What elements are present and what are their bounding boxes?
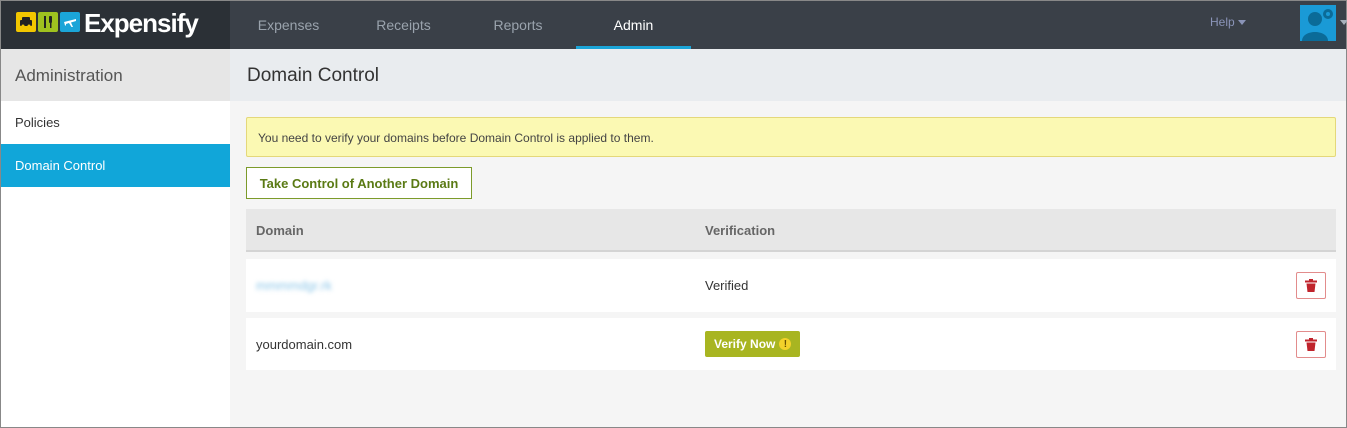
brand-name: Expensify — [84, 8, 199, 38]
top-navigation-bar: Expensify Expenses Receipts Reports Admi… — [1, 1, 1347, 49]
trash-icon — [1305, 279, 1317, 292]
column-header-domain[interactable]: Domain — [256, 223, 304, 238]
column-header-verification[interactable]: Verification — [705, 223, 775, 238]
nav-receipts[interactable]: Receipts — [347, 1, 460, 49]
take-control-button[interactable]: Take Control of Another Domain — [246, 167, 472, 199]
delete-domain-button[interactable] — [1296, 331, 1326, 358]
user-gear-icon — [1302, 9, 1333, 41]
brand-logo[interactable]: Expensify — [1, 1, 230, 49]
nav-reports[interactable]: Reports — [460, 1, 576, 49]
domain-link[interactable]: mmmmdgr.rk — [256, 278, 332, 293]
sidebar-item-domain-control[interactable]: Domain Control — [1, 144, 230, 187]
verify-now-button[interactable]: Verify Now ! — [705, 331, 801, 357]
account-chevron-icon[interactable] — [1340, 20, 1347, 25]
nav-admin[interactable]: Admin — [576, 1, 691, 49]
sidebar-item-policies[interactable]: Policies — [1, 101, 230, 144]
sidebar-title: Administration — [1, 49, 230, 101]
table-header: Domain Verification — [246, 209, 1336, 252]
page-title: Domain Control — [247, 65, 379, 86]
table-row: yourdomain.com Verify Now ! — [246, 318, 1336, 370]
brand-icons — [16, 12, 80, 32]
verification-notice: You need to verify your domains before D… — [246, 117, 1336, 157]
fork-knife-icon — [38, 12, 58, 32]
main-nav: Expenses Receipts Reports Admin — [230, 1, 691, 49]
help-menu[interactable]: Help — [1210, 15, 1246, 29]
account-avatar[interactable] — [1300, 5, 1336, 41]
sidebar: Administration Policies Domain Control — [1, 49, 230, 427]
warning-icon: ! — [779, 338, 792, 350]
page-header: Domain Control — [230, 49, 1346, 101]
verification-status: Verified — [705, 278, 749, 293]
chevron-down-icon — [1237, 20, 1246, 26]
domains-table: Domain Verification mmmmdgr.rk Verified … — [246, 209, 1336, 370]
delete-domain-button[interactable] — [1296, 272, 1326, 299]
table-row: mmmmdgr.rk Verified — [246, 259, 1336, 312]
trash-icon — [1305, 338, 1317, 351]
help-label: Help — [1210, 15, 1235, 29]
verify-now-label: Verify Now — [714, 337, 776, 351]
taxi-icon — [16, 12, 36, 32]
nav-expenses[interactable]: Expenses — [230, 1, 347, 49]
domain-name: yourdomain.com — [256, 337, 353, 352]
airplane-icon — [60, 12, 80, 32]
